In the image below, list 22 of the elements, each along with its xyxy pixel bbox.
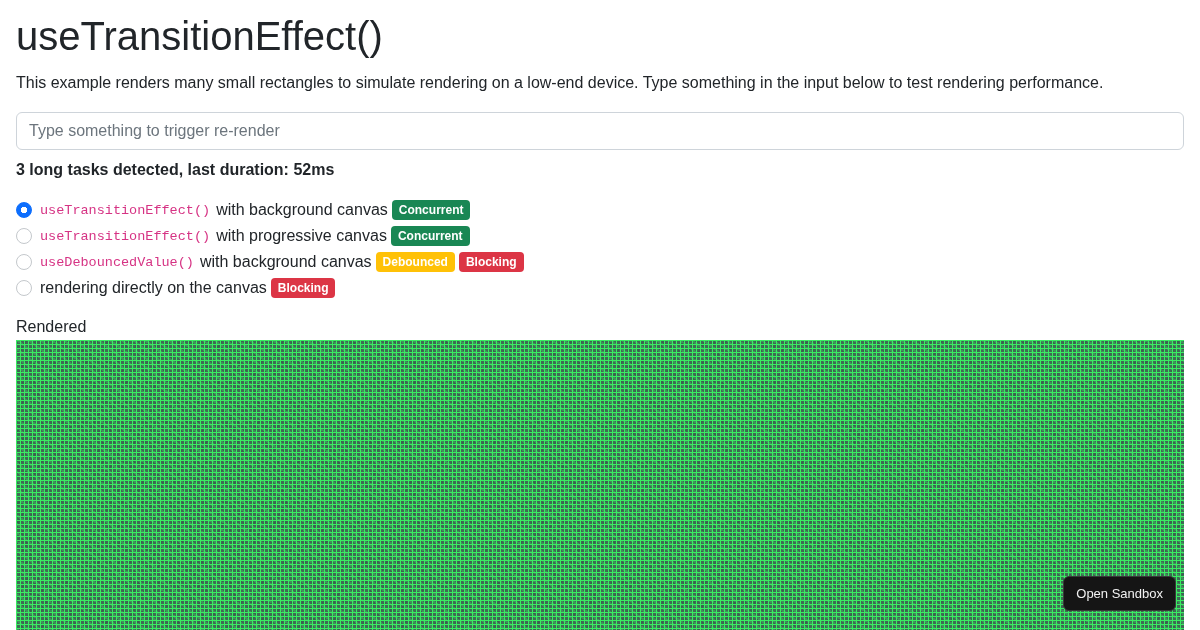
canvas-label: Rendered [16, 317, 87, 337]
option-label: with progressive canvas [216, 227, 387, 245]
radio-button[interactable] [16, 280, 32, 296]
mode-badge: Concurrent [391, 200, 471, 220]
mode-badge: Concurrent [390, 226, 470, 246]
option-label: rendering directly on the canvas [40, 279, 267, 297]
code-text: useTransitionEffect() [40, 228, 211, 244]
radio-button[interactable] [16, 202, 32, 218]
page-title: useTransitionEffect() [16, 13, 383, 60]
radio-button[interactable] [16, 254, 32, 270]
mode-badge: Blocking [458, 252, 524, 272]
open-sandbox-button[interactable]: Open Sandbox [1063, 576, 1176, 611]
option-label: with background canvas [216, 201, 388, 219]
code-text: useDebouncedValue() [40, 254, 194, 270]
radio-button[interactable] [16, 228, 32, 244]
text-input[interactable]: Type something to trigger re-render [16, 112, 1184, 150]
code-text: useTransitionEffect() [40, 202, 211, 218]
option-label: with background canvas [199, 253, 372, 271]
long-tasks-status: 3 long tasks detected, last duration: 52ms [16, 160, 335, 180]
mode-badge: Blocking [270, 278, 336, 298]
mode-badge: Debounced [375, 252, 455, 272]
description-text: This example renders many small rectangles to simulate rendering on a low-end device. Type something in the input below to test rendering performance. [16, 73, 1104, 93]
